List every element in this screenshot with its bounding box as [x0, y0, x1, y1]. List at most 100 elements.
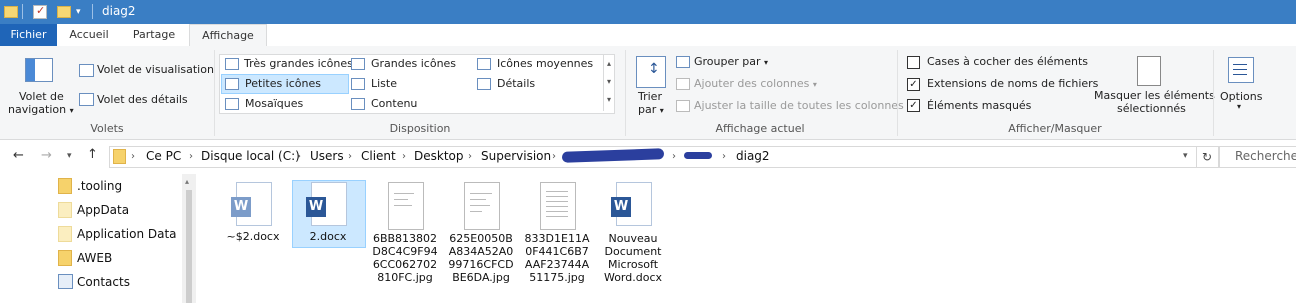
icones-moyennes-option[interactable]: Icônes moyennes: [497, 57, 593, 70]
extensions-checkbox[interactable]: ✓: [907, 78, 920, 91]
trier-label-1[interactable]: Trier: [638, 90, 662, 103]
grouper-par-button[interactable]: Grouper par ▾: [694, 55, 768, 68]
grandes-icones-option[interactable]: Grandes icônes: [371, 57, 456, 70]
tab-fichier[interactable]: Fichier: [0, 24, 57, 46]
elements-masques-checkbox[interactable]: ✓: [907, 99, 920, 112]
masquer-label-1[interactable]: Masquer les éléments: [1094, 89, 1215, 102]
options-button[interactable]: Options: [1220, 90, 1262, 103]
breadcrumb-disque-local[interactable]: Disque local (C:): [201, 149, 300, 163]
new-folder-icon[interactable]: [57, 6, 71, 18]
breadcrumb-separator[interactable]: ›: [722, 151, 726, 162]
group-by-icon: [676, 56, 690, 68]
size-columns-icon: [676, 100, 690, 112]
breadcrumb-supervision[interactable]: Supervision: [481, 149, 551, 163]
volet-navigation-label-1[interactable]: Volet de: [19, 90, 64, 103]
breadcrumb-separator[interactable]: ›: [672, 151, 676, 162]
group-divider: [897, 50, 898, 136]
breadcrumb-separator[interactable]: ›: [348, 151, 352, 162]
folder-icon: [58, 250, 72, 266]
trier-label-2: par: [638, 103, 657, 116]
details-pane-icon: [79, 93, 94, 106]
address-dropdown-chevron-icon[interactable]: ▾: [1183, 151, 1188, 161]
ribbon: Volet de navigation ▾ Volet de visualisa…: [0, 46, 1296, 140]
group-label-affichage-actuel: Affichage actuel: [715, 122, 805, 135]
breadcrumb-ce-pc[interactable]: Ce PC: [146, 149, 181, 163]
file-name-line: 6BB813802: [372, 232, 438, 245]
breadcrumb-separator[interactable]: ›: [131, 151, 135, 162]
ajouter-colonnes-label: Ajouter des colonnes: [694, 77, 810, 90]
details-option[interactable]: Détails: [497, 77, 535, 90]
cases-a-cocher-label[interactable]: Cases à cocher des éléments: [927, 55, 1088, 68]
file-name: 2.docx: [309, 230, 347, 243]
trier-par-button[interactable]: par ▾: [638, 103, 664, 116]
volet-navigation-label-2: navigation: [8, 103, 67, 116]
mosaiques-option[interactable]: Mosaïques: [245, 97, 303, 110]
chevron-down-icon[interactable]: ▾: [1237, 102, 1241, 111]
file-name-line: BE6DA.jpg: [452, 271, 510, 284]
file-name-line: 833D1E11A: [524, 232, 590, 245]
contenu-option[interactable]: Contenu: [371, 97, 417, 110]
group-label-volets: Volets: [90, 122, 124, 135]
file-name-line: Document: [604, 245, 662, 258]
tab-affichage[interactable]: Affichage: [189, 24, 267, 48]
breadcrumb-separator[interactable]: ›: [468, 151, 472, 162]
redacted-breadcrumb: [684, 152, 712, 159]
extra-large-icons-icon: [225, 58, 239, 70]
up-arrow-icon[interactable]: ↑: [87, 147, 98, 162]
customize-toolbar-chevron-icon[interactable]: ▾: [76, 7, 81, 17]
breadcrumb-separator[interactable]: ›: [402, 151, 406, 162]
masquer-label-2[interactable]: sélectionnés: [1117, 102, 1186, 115]
recent-locations-chevron-icon[interactable]: ▾: [67, 151, 72, 161]
group-divider: [625, 50, 626, 136]
file-name-line: Microsoft: [607, 258, 659, 271]
breadcrumb-users[interactable]: Users: [310, 149, 344, 163]
group-divider: [214, 50, 215, 136]
list-icon: [351, 78, 365, 90]
content-icon: [351, 98, 365, 110]
group-divider: [1213, 50, 1214, 136]
forward-arrow-icon[interactable]: →: [41, 148, 52, 163]
cases-a-cocher-checkbox[interactable]: [907, 56, 920, 69]
hide-selected-icon: [1137, 56, 1161, 86]
breadcrumb-desktop[interactable]: Desktop: [414, 149, 464, 163]
nav-item-tooling[interactable]: .tooling: [77, 179, 122, 193]
file-name-line: Word.docx: [603, 271, 663, 284]
tiles-icon: [225, 98, 239, 110]
image-thumbnail-icon: [540, 182, 576, 230]
nav-item-appdata[interactable]: AppData: [77, 203, 129, 217]
gallery-scroll[interactable]: ▴ ▾ ▾: [603, 55, 614, 111]
volet-navigation-button[interactable]: navigation ▾: [8, 103, 74, 116]
petites-icones-option[interactable]: Petites icônes: [245, 77, 321, 90]
nav-item-aweb[interactable]: AWEB: [77, 251, 112, 265]
liste-option[interactable]: Liste: [371, 77, 397, 90]
breadcrumb-diag2[interactable]: diag2: [736, 149, 770, 163]
volet-details-button[interactable]: Volet des détails: [97, 93, 188, 106]
navigation-pane-icon: [25, 58, 53, 82]
image-thumbnail-icon: [464, 182, 500, 230]
nav-scrollbar[interactable]: ▴: [182, 174, 196, 303]
sort-icon: ↕: [636, 56, 666, 88]
breadcrumb-separator[interactable]: ›: [297, 151, 301, 162]
breadcrumb-client[interactable]: Client: [361, 149, 396, 163]
chevron-down-icon: ▾: [659, 106, 664, 115]
tab-partage[interactable]: Partage: [122, 24, 186, 46]
nav-item-contacts[interactable]: Contacts: [77, 275, 130, 289]
breadcrumb-separator[interactable]: ›: [552, 151, 556, 162]
tab-accueil[interactable]: Accueil: [58, 24, 120, 46]
word-doc-icon: W: [306, 182, 347, 226]
breadcrumb-separator[interactable]: ›: [189, 151, 193, 162]
chevron-down-icon: ▾: [812, 80, 817, 89]
back-arrow-icon[interactable]: ←: [13, 148, 24, 163]
tres-grandes-icones-option[interactable]: Très grandes icônes: [244, 57, 353, 70]
group-label-disposition: Disposition: [389, 122, 451, 135]
file-name-line: 625E0050B: [449, 232, 513, 245]
elements-masques-label[interactable]: Éléments masqués: [927, 99, 1031, 112]
file-name-line: A834A52A0: [448, 245, 514, 258]
nav-item-application-data[interactable]: Application Data: [77, 227, 177, 241]
extensions-label[interactable]: Extensions de noms de fichiers: [927, 77, 1098, 90]
refresh-icon[interactable]: ↻: [1196, 146, 1219, 168]
search-placeholder: Rechercher: [1235, 149, 1296, 163]
volet-visualisation-button[interactable]: Volet de visualisation: [97, 63, 214, 76]
properties-icon[interactable]: ✓: [33, 4, 47, 19]
folder-icon: [58, 178, 72, 194]
